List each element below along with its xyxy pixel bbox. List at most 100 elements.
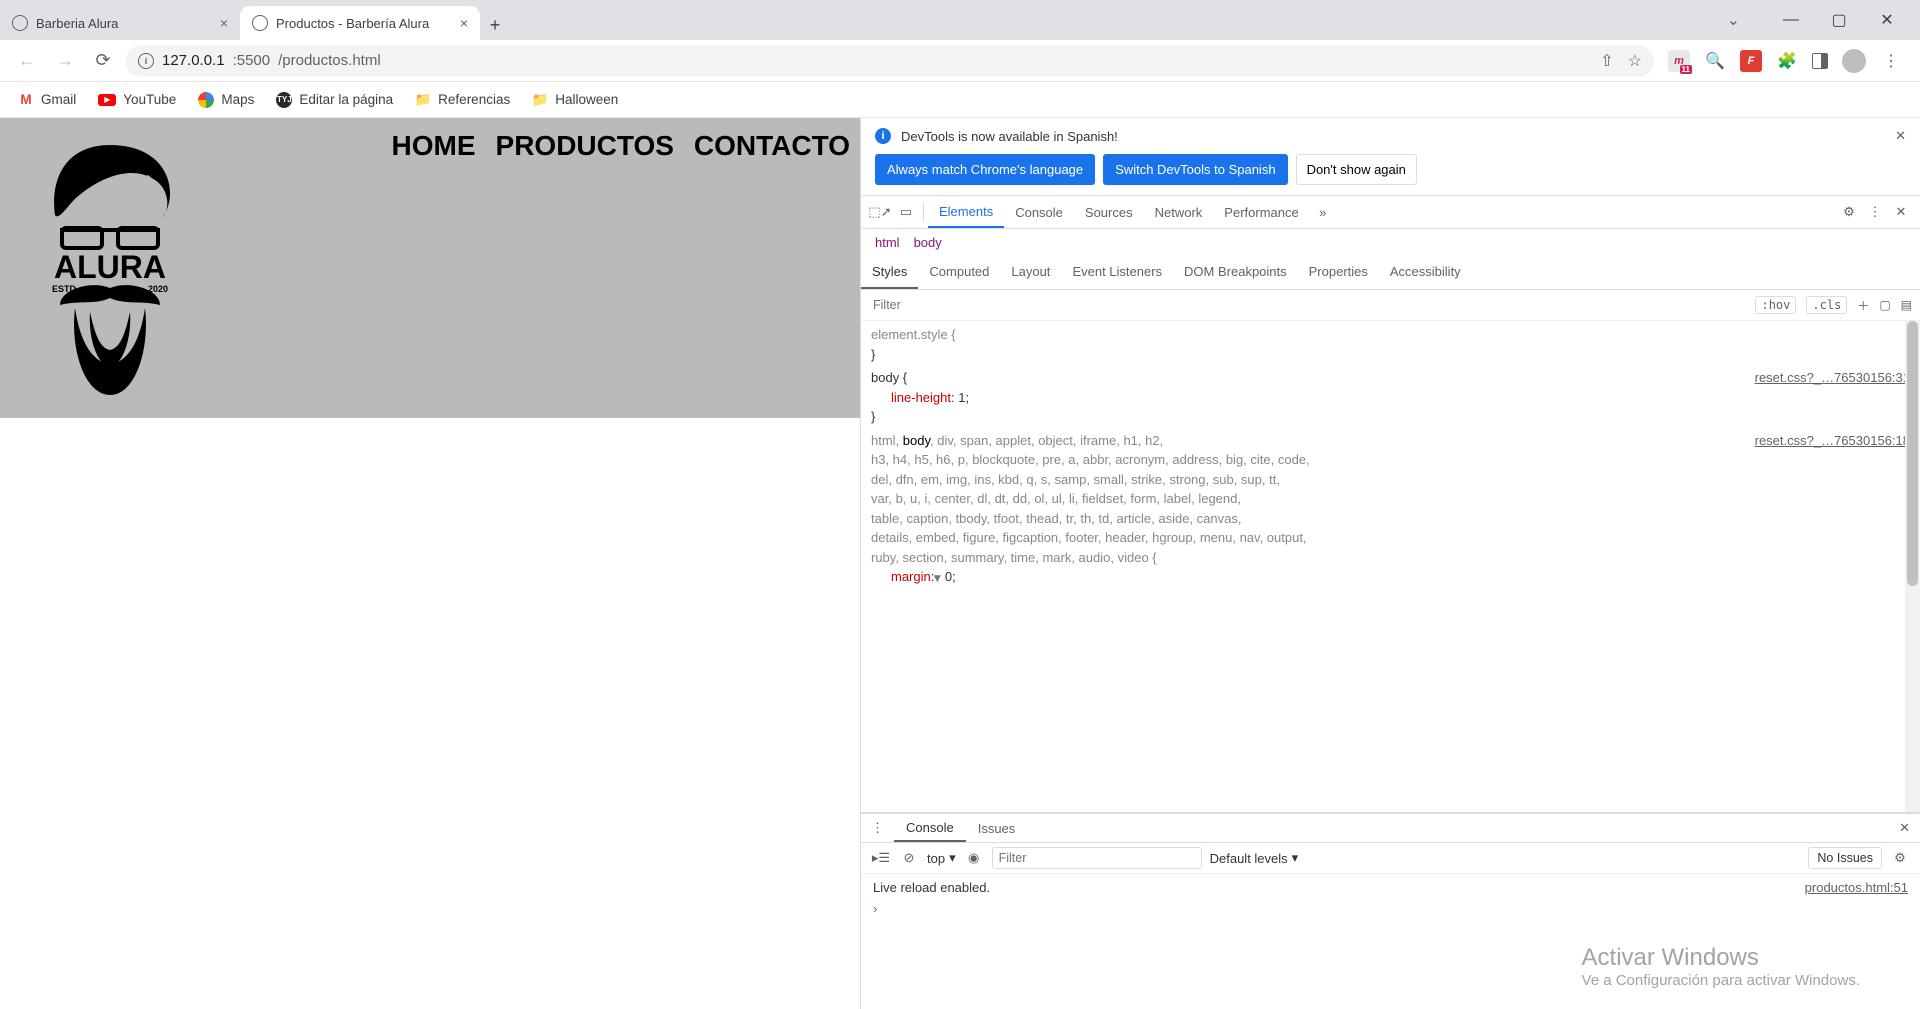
site-info-icon[interactable]: i xyxy=(138,53,154,69)
nav-contacto-link[interactable]: CONTACTO xyxy=(694,130,850,162)
rule-reset-source-link[interactable]: reset.css?_…76530156:18 xyxy=(1755,431,1910,451)
sidepanel-icon[interactable] xyxy=(1812,53,1828,69)
prop-margin[interactable]: margin xyxy=(891,569,931,584)
profile-avatar-icon[interactable] xyxy=(1842,49,1866,73)
bookmark-halloween[interactable]: 📁Halloween xyxy=(532,92,618,108)
reload-button[interactable]: ⟳ xyxy=(88,46,118,76)
tab-search-icon[interactable]: ⌄ xyxy=(1727,10,1740,30)
menu-kebab-icon[interactable]: ⋮ xyxy=(1880,50,1902,72)
context-select[interactable]: top ▾ xyxy=(927,850,956,866)
dom-breadcrumb: html body xyxy=(861,229,1920,256)
infobar-text: DevTools is now available in Spanish! xyxy=(901,129,1118,144)
subtab-properties[interactable]: Properties xyxy=(1298,256,1379,289)
minimize-icon[interactable]: — xyxy=(1778,11,1804,29)
page-viewport: ALURA ESTD 2020 HOME PRODUCTOS CONTACTO xyxy=(0,118,860,1009)
log-levels-select[interactable]: Default levels ▾ xyxy=(1210,850,1299,866)
console-log-source-link[interactable]: productos.html:51 xyxy=(1805,878,1908,899)
forward-button[interactable]: → xyxy=(50,46,80,76)
console-output[interactable]: Live reload enabled.productos.html:51 › xyxy=(861,874,1920,1009)
inspect-icon[interactable]: ⬚➚ xyxy=(867,199,893,225)
subtab-styles[interactable]: Styles xyxy=(861,256,918,289)
switch-spanish-button[interactable]: Switch DevTools to Spanish xyxy=(1103,154,1287,185)
bookmark-maps[interactable]: Maps xyxy=(198,92,254,108)
tab-network[interactable]: Network xyxy=(1144,196,1214,228)
val-margin[interactable]: 0 xyxy=(945,569,952,584)
no-issues-button[interactable]: No Issues xyxy=(1808,847,1882,869)
address-bar[interactable]: i 127.0.0.1:5500/productos.html ⇧ ☆ xyxy=(126,45,1654,77)
tab-performance[interactable]: Performance xyxy=(1213,196,1309,228)
bookmark-gmail[interactable]: MGmail xyxy=(18,92,76,108)
nav-home-link[interactable]: HOME xyxy=(392,130,476,162)
extension-search-icon[interactable]: 🔍 xyxy=(1704,50,1726,72)
tab-active-1[interactable]: Productos - Barbería Alura × xyxy=(240,6,480,40)
always-match-button[interactable]: Always match Chrome's language xyxy=(875,154,1095,185)
tab-sources[interactable]: Sources xyxy=(1074,196,1144,228)
styles-scrollbar[interactable] xyxy=(1905,321,1920,812)
breadcrumb-html[interactable]: html xyxy=(875,235,900,250)
styles-filter-input[interactable] xyxy=(869,294,1249,316)
live-expression-icon[interactable]: ◉ xyxy=(964,848,984,868)
subtab-accessibility[interactable]: Accessibility xyxy=(1379,256,1472,289)
drawer-tab-console[interactable]: Console xyxy=(894,814,966,842)
clear-console-icon[interactable]: ⊘ xyxy=(899,848,919,868)
new-style-rule-icon[interactable]: ＋ xyxy=(1857,297,1869,314)
infobar-close-icon[interactable]: ✕ xyxy=(1895,128,1906,144)
tab-inactive-0[interactable]: Barberia Alura × xyxy=(0,6,240,40)
console-filter-input[interactable] xyxy=(992,847,1202,869)
rule-body-source-link[interactable]: reset.css?_…76530156:31 xyxy=(1755,368,1910,388)
devtools-panel: i DevTools is now available in Spanish! … xyxy=(860,118,1920,1009)
console-sidebar-icon[interactable]: ▸☰ xyxy=(871,848,891,868)
drawer-tabs: ⋮ Console Issues ✕ xyxy=(861,813,1920,843)
subtab-computed[interactable]: Computed xyxy=(918,256,1000,289)
bookmark-label: Maps xyxy=(221,92,254,107)
prop-line-height[interactable]: line-height xyxy=(891,390,951,405)
bookmark-youtube[interactable]: ▶YouTube xyxy=(98,92,176,107)
drawer-close-icon[interactable]: ✕ xyxy=(1889,820,1920,836)
more-tabs-icon[interactable]: » xyxy=(1310,199,1336,225)
reset-selectors-line: details, embed, figure, figcaption, foot… xyxy=(871,528,1910,548)
tab-console[interactable]: Console xyxy=(1004,196,1074,228)
rule-element-style[interactable]: element.style { xyxy=(871,327,956,342)
tyj-icon: TYJ xyxy=(276,92,292,108)
hov-toggle[interactable]: :hov xyxy=(1755,296,1796,314)
console-settings-icon[interactable]: ⚙ xyxy=(1890,848,1910,868)
share-icon[interactable]: ⇧ xyxy=(1600,51,1613,71)
console-prompt[interactable]: › xyxy=(873,899,1908,920)
styles-pane[interactable]: element.style { } body {reset.css?_…7653… xyxy=(861,321,1920,813)
subtab-events[interactable]: Event Listeners xyxy=(1061,256,1173,289)
styles-filter-row: :hov .cls ＋ ▢ ▤ xyxy=(861,290,1920,321)
val-line-height[interactable]: 1 xyxy=(958,390,965,405)
new-tab-button[interactable]: + xyxy=(480,10,510,40)
rule-body-selector[interactable]: body { xyxy=(871,370,907,385)
subtab-dom[interactable]: DOM Breakpoints xyxy=(1173,256,1298,289)
sidebar-toggle-icon[interactable]: ▤ xyxy=(1901,298,1912,312)
extensions-icon[interactable]: 🧩 xyxy=(1776,50,1798,72)
extension-m-icon[interactable]: m11 xyxy=(1668,50,1690,72)
close-window-icon[interactable]: ✕ xyxy=(1874,10,1900,30)
maximize-icon[interactable]: ▢ xyxy=(1826,10,1852,30)
extension-f-icon[interactable]: F xyxy=(1740,50,1762,72)
dont-show-button[interactable]: Don't show again xyxy=(1296,154,1417,185)
tab-elements[interactable]: Elements xyxy=(928,196,1004,228)
cls-toggle[interactable]: .cls xyxy=(1806,296,1847,314)
reset-selectors-line: var, b, u, i, center, dl, dt, dd, ol, ul… xyxy=(871,489,1910,509)
device-toggle-icon[interactable]: ▭ xyxy=(893,199,919,225)
drawer-kebab-icon[interactable]: ⋮ xyxy=(861,820,894,836)
kebab-icon[interactable]: ⋮ xyxy=(1862,199,1888,225)
nav-productos-link[interactable]: PRODUCTOS xyxy=(496,130,674,162)
breadcrumb-body[interactable]: body xyxy=(914,235,942,250)
url-path: /productos.html xyxy=(278,52,381,69)
close-icon[interactable]: × xyxy=(220,15,228,31)
close-icon[interactable]: × xyxy=(460,15,468,31)
devtools-close-icon[interactable]: ✕ xyxy=(1888,199,1914,225)
bookmark-editar[interactable]: TYJEditar la página xyxy=(276,92,393,108)
subtab-layout[interactable]: Layout xyxy=(1000,256,1061,289)
back-button[interactable]: ← xyxy=(12,46,42,76)
expand-icon[interactable]: ▶ xyxy=(931,575,945,582)
drawer-tab-issues[interactable]: Issues xyxy=(966,814,1028,842)
bookmark-star-icon[interactable]: ☆ xyxy=(1628,51,1642,71)
chevron-down-icon: ▾ xyxy=(949,850,956,866)
computed-toggle-icon[interactable]: ▢ xyxy=(1879,298,1890,312)
settings-gear-icon[interactable]: ⚙ xyxy=(1836,199,1862,225)
bookmark-referencias[interactable]: 📁Referencias xyxy=(415,92,510,108)
